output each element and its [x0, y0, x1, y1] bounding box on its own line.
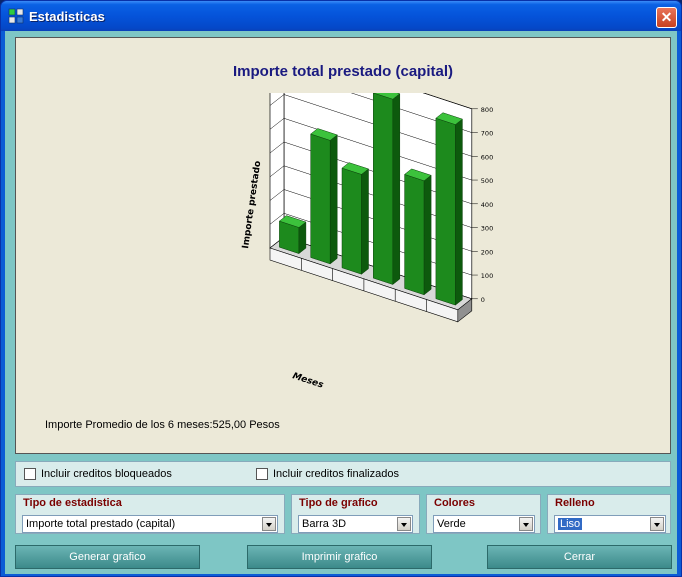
- chart-bar: [435, 112, 463, 306]
- colores-value: Verde: [437, 518, 466, 530]
- group-tipo-grafico: Tipo de grafico Barra 3D: [291, 494, 420, 534]
- chart-y-tick-label: 0: [481, 296, 485, 304]
- chart-bar-front: [435, 117, 456, 306]
- tipo-estadistica-label: Tipo de estadistica: [23, 497, 122, 509]
- chart-y-tick-label: 100: [481, 272, 493, 280]
- chart-bar-side: [455, 118, 463, 306]
- cerrar-button[interactable]: Cerrar: [487, 545, 672, 569]
- generar-grafico-button[interactable]: Generar grafico: [15, 545, 200, 569]
- chart-bar: [372, 93, 401, 286]
- chevron-down-icon[interactable]: [650, 517, 664, 531]
- app-icon: [8, 8, 24, 24]
- chevron-down-icon[interactable]: [262, 517, 276, 531]
- group-tipo-estadistica: Tipo de estadistica Importe total presta…: [15, 494, 285, 534]
- bloqueados-checkbox[interactable]: [24, 468, 36, 480]
- relleno-label: Relleno: [555, 497, 595, 509]
- chart-ylabel: Importe prestado: [241, 160, 263, 249]
- colores-select[interactable]: Verde: [433, 515, 535, 533]
- chart-panel: Importe total prestado (capital) 0 100 200…: [15, 37, 671, 454]
- finalizados-checkbox[interactable]: [256, 468, 268, 480]
- chart-bar-front: [373, 93, 394, 285]
- colores-label: Colores: [434, 497, 475, 509]
- chart-y-ticks: 0 100 200 300 400 500 600 700 800: [471, 106, 493, 304]
- imprimir-grafico-button[interactable]: Imprimir grafico: [247, 545, 432, 569]
- chart-y-tick-label: 200: [481, 248, 493, 256]
- average-text: Importe Promedio de los 6 meses:525,00 P…: [45, 419, 280, 431]
- chart-bar-side: [361, 168, 369, 275]
- chart-y-tick-label: 600: [481, 153, 493, 161]
- finalizados-label[interactable]: Incluir creditos finalizados: [273, 468, 399, 480]
- chart-title: Importe total prestado (capital): [232, 63, 454, 80]
- close-window-button[interactable]: ✕: [656, 7, 677, 28]
- chart-bar-front: [310, 133, 331, 265]
- chart-bar-side: [392, 93, 401, 286]
- chart-y-tick-label: 400: [481, 201, 493, 209]
- relleno-select[interactable]: Liso: [554, 515, 666, 533]
- chevron-down-icon[interactable]: [397, 517, 411, 531]
- bloqueados-label[interactable]: Incluir creditos bloqueados: [41, 468, 172, 480]
- chart-y-tick-label: 500: [481, 177, 493, 185]
- tipo-grafico-select[interactable]: Barra 3D: [298, 515, 413, 533]
- chart-bar-side: [329, 134, 338, 265]
- window-title: Estadisticas: [29, 9, 105, 24]
- chart-bar: [404, 168, 432, 296]
- chart-bar: [278, 215, 307, 255]
- options-row: Incluir creditos bloqueados Incluir cred…: [15, 461, 671, 487]
- group-relleno: Relleno Liso: [547, 494, 671, 534]
- client-area: Importe total prestado (capital) 0 100 200…: [5, 31, 677, 574]
- chart-bar: [310, 128, 338, 265]
- bar-chart-3d: 0 100 200 300 400 500 600 700 800 Importe presta…: [241, 93, 493, 391]
- chart-bar-front: [341, 167, 362, 275]
- chart-bar-side: [423, 174, 432, 296]
- chevron-down-icon[interactable]: [519, 517, 533, 531]
- tipo-grafico-label: Tipo de grafico: [299, 497, 378, 509]
- chart-y-tick-label: 300: [481, 225, 493, 233]
- relleno-value: Liso: [558, 518, 583, 530]
- group-colores: Colores Verde: [426, 494, 541, 534]
- tipo-estadistica-value: Importe total prestado (capital): [26, 518, 176, 530]
- chart-xlabel: Meses: [291, 371, 325, 391]
- title-bar[interactable]: Estadisticas ✕: [1, 1, 681, 31]
- tipo-estadistica-select[interactable]: Importe total prestado (capital): [22, 515, 278, 533]
- chart-y-tick-label: 800: [481, 106, 493, 114]
- statistics-window: Estadisticas ✕ Importe total prestado (c…: [0, 0, 682, 577]
- tipo-grafico-value: Barra 3D: [302, 518, 347, 530]
- chart-bar-front: [404, 174, 425, 296]
- chart-y-tick-label: 700: [481, 130, 493, 138]
- chart-bar: [341, 162, 370, 275]
